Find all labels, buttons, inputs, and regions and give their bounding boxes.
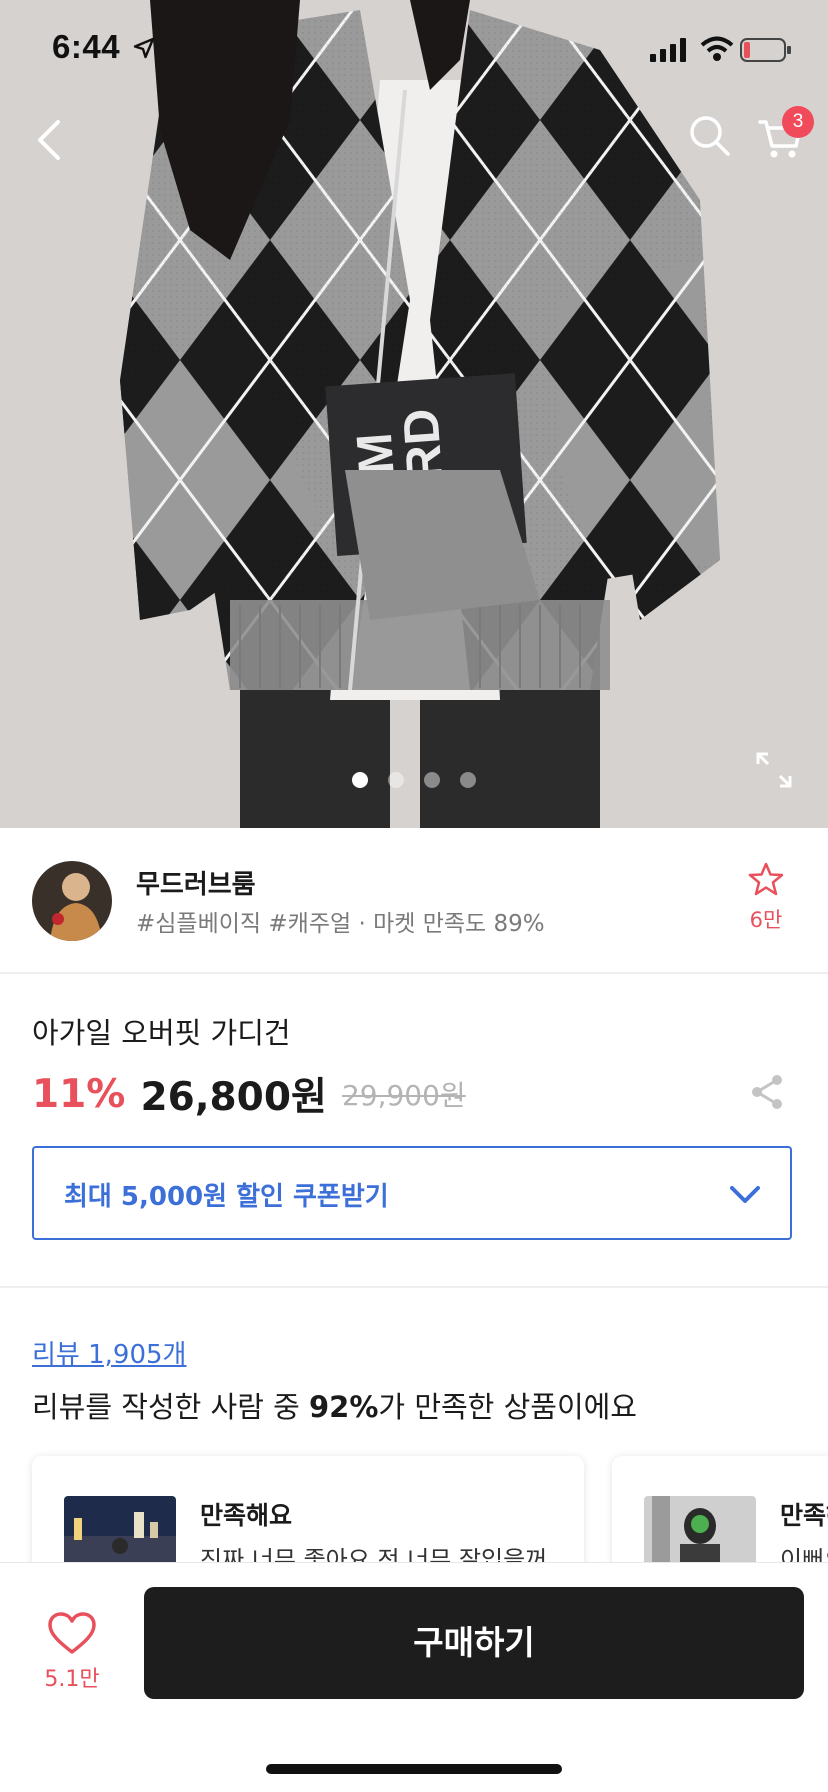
shop-favorite-button[interactable]: 6만 (740, 862, 792, 934)
home-indicator (266, 1764, 562, 1774)
review-satisfaction-summary: 리뷰를 작성한 사람 중 92%가 만족한 상품이에요 (32, 1384, 637, 1426)
review-satisfaction-percent: 92% (309, 1390, 379, 1424)
purchase-bar: 5.1만 구매하기 (0, 1562, 828, 1792)
back-arrow-icon[interactable] (28, 112, 76, 168)
review-card[interactable]: 만족해요 진짜 너무 좋아요 전 너무 잘입을꺼 (32, 1456, 584, 1576)
page-dot[interactable] (460, 772, 476, 788)
shop-tags-rating: #심플베이직 #캐주얼 · 마켓 만족도 89% (136, 911, 545, 937)
expand-fullscreen-icon[interactable] (756, 752, 792, 788)
page-dot[interactable] (424, 772, 440, 788)
like-count: 5.1만 (44, 1667, 100, 1692)
location-arrow-icon (133, 37, 155, 59)
wifi-icon (700, 36, 734, 61)
image-page-indicator (352, 772, 482, 790)
section-divider (0, 1286, 828, 1288)
original-price: 29,900원 (341, 1079, 466, 1112)
discount-rate: 11% (32, 1071, 126, 1117)
review-title: 만족해 (780, 1501, 828, 1530)
star-icon (748, 862, 784, 896)
coupon-download-button[interactable]: 최대 5,000원 할인 쿠폰받기 (32, 1146, 792, 1240)
page-dot[interactable] (352, 772, 368, 788)
share-icon[interactable] (750, 1074, 784, 1110)
product-name: 아가일 오버핏 가디건 (32, 1016, 291, 1050)
cellular-signal-icon (650, 38, 686, 62)
sale-price: 26,800원 (140, 1075, 327, 1120)
status-time: 6:44 (52, 28, 121, 65)
review-count-link[interactable]: 리뷰 1,905개 (32, 1334, 186, 1371)
shop-avatar[interactable] (32, 861, 112, 941)
product-image-gallery[interactable]: TOM ORD 6:44 (0, 0, 828, 828)
shop-info-row[interactable]: 무드러브룸 #심플베이직 #캐주얼 · 마켓 만족도 89% 6만 (0, 828, 828, 974)
review-card[interactable]: 만족해 이뻐요 (612, 1456, 828, 1576)
cart-count-badge: 3 (782, 106, 814, 138)
like-button[interactable]: 5.1만 (40, 1611, 104, 1693)
search-icon[interactable] (686, 112, 734, 160)
shop-avatar-image (32, 861, 112, 941)
review-summary-suffix: 가 만족한 상품이에요 (378, 1390, 637, 1424)
chevron-down-icon (730, 1186, 760, 1203)
shop-favorite-count: 6만 (749, 908, 783, 932)
page-dot[interactable] (388, 772, 404, 788)
buy-button[interactable]: 구매하기 (144, 1587, 804, 1699)
coupon-label: 최대 5,000원 할인 쿠폰받기 (64, 1182, 389, 1212)
heart-icon (48, 1612, 96, 1654)
review-title: 만족해요 (200, 1501, 293, 1530)
shop-name[interactable]: 무드러브룸 (136, 864, 256, 901)
review-summary-prefix: 리뷰를 작성한 사람 중 (32, 1390, 309, 1424)
battery-icon (740, 38, 791, 62)
price-row: 11% 26,800원 29,900원 (32, 1066, 466, 1121)
status-bar: 6:44 (0, 0, 828, 96)
